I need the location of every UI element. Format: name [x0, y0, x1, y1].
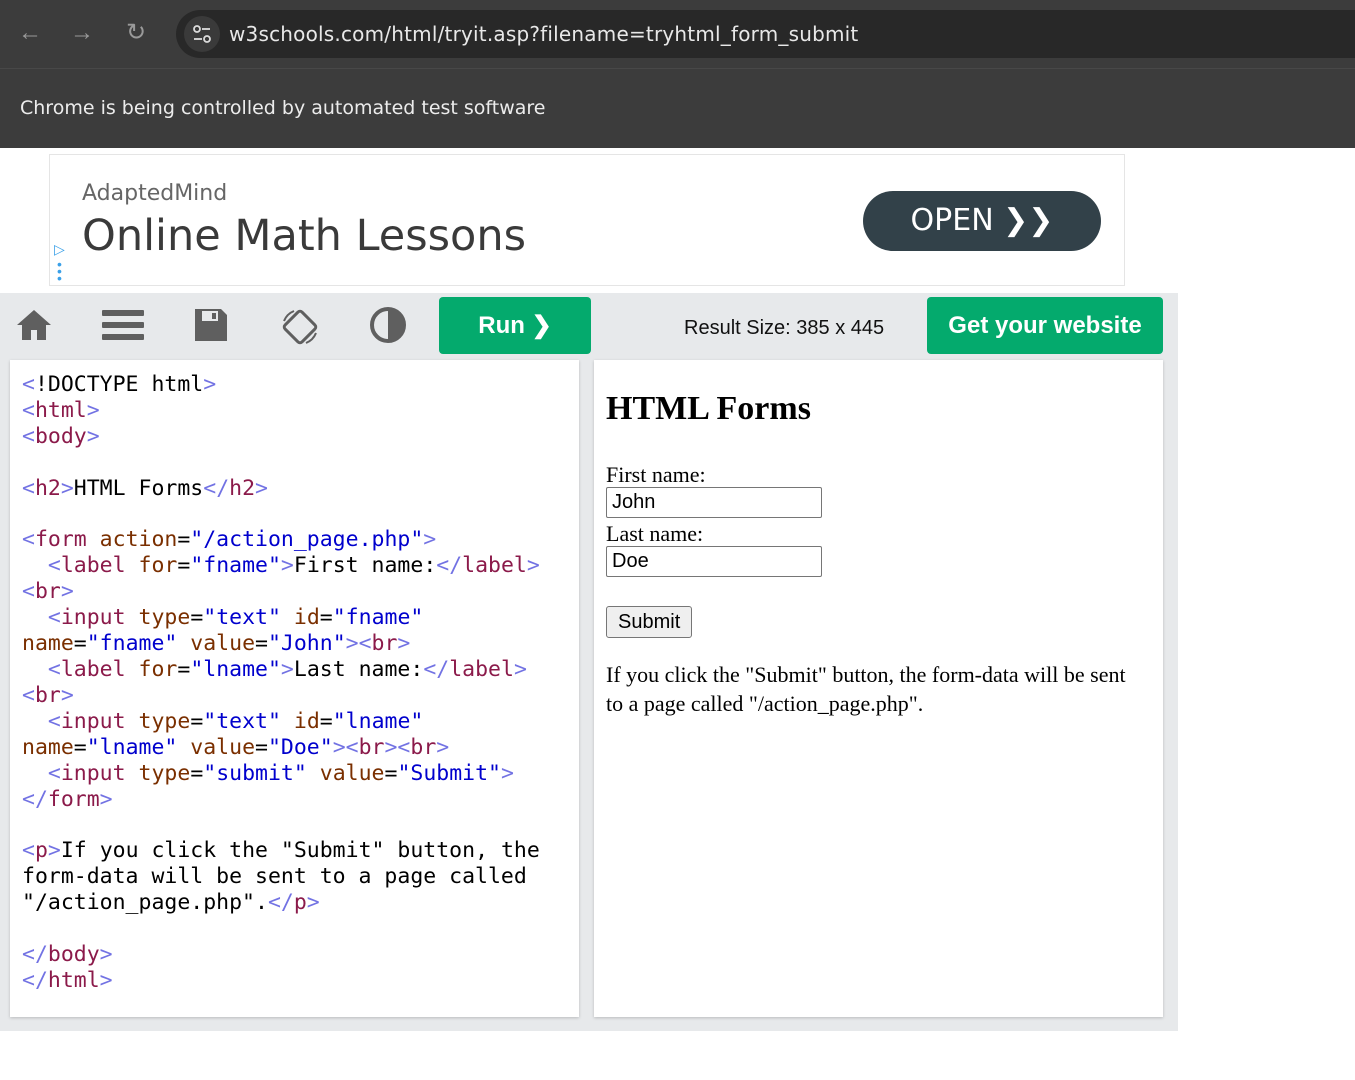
- first-name-input[interactable]: [606, 487, 822, 518]
- ad-title[interactable]: Online Math Lessons: [82, 211, 526, 261]
- tune-icon: [193, 25, 211, 43]
- get-website-button[interactable]: Get your website: [927, 297, 1163, 354]
- save-icon[interactable]: [189, 305, 233, 349]
- rotate-icon[interactable]: [278, 305, 322, 349]
- url-text[interactable]: w3schools.com/html/tryit.asp?filename=tr…: [229, 22, 858, 46]
- result-heading: HTML Forms: [606, 390, 811, 427]
- code-text[interactable]: <!DOCTYPE html> <html> <body> <h2>HTML F…: [22, 372, 540, 994]
- site-info-button[interactable]: [184, 16, 220, 52]
- home-icon[interactable]: [12, 305, 56, 349]
- theme-toggle-icon[interactable]: [366, 305, 410, 349]
- reload-icon[interactable]: ↻: [121, 18, 151, 48]
- first-name-label: First name:: [606, 462, 706, 487]
- result-size: Result Size: 385 x 445: [684, 317, 885, 339]
- browser-toolbar: ← → ↻ w3schools.com/html/tryit.asp?filen…: [0, 0, 1355, 68]
- last-name-input[interactable]: [606, 546, 822, 577]
- ad-banner[interactable]: AdaptedMind Online Math Lessons OPEN ❯❯ …: [49, 154, 1125, 286]
- address-bar[interactable]: w3schools.com/html/tryit.asp?filename=tr…: [176, 10, 1355, 58]
- result-paragraph: If you click the "Submit" button, the fo…: [606, 662, 1126, 716]
- automation-infobar: Chrome is being controlled by automated …: [0, 68, 1355, 148]
- back-arrow-icon[interactable]: ←: [15, 18, 45, 48]
- menu-icon[interactable]: [101, 305, 145, 349]
- tryit-toolbar: Run ❯ Result Size: 385 x 445 Get your we…: [0, 293, 1178, 1031]
- forward-arrow-icon[interactable]: →: [67, 18, 97, 48]
- result-frame: HTML Forms First name: Last name: Submit…: [594, 360, 1163, 1017]
- code-editor[interactable]: <!DOCTYPE html> <html> <body> <h2>HTML F…: [10, 360, 579, 1017]
- last-name-label: Last name:: [606, 521, 704, 546]
- ad-brand: AdaptedMind: [82, 181, 228, 206]
- more-options-icon[interactable]: • • •: [57, 257, 62, 285]
- run-button[interactable]: Run ❯: [439, 297, 591, 354]
- ad-open-button[interactable]: OPEN ❯❯: [863, 191, 1101, 251]
- infobar-message: Chrome is being controlled by automated …: [20, 97, 546, 119]
- submit-button[interactable]: Submit: [606, 606, 693, 638]
